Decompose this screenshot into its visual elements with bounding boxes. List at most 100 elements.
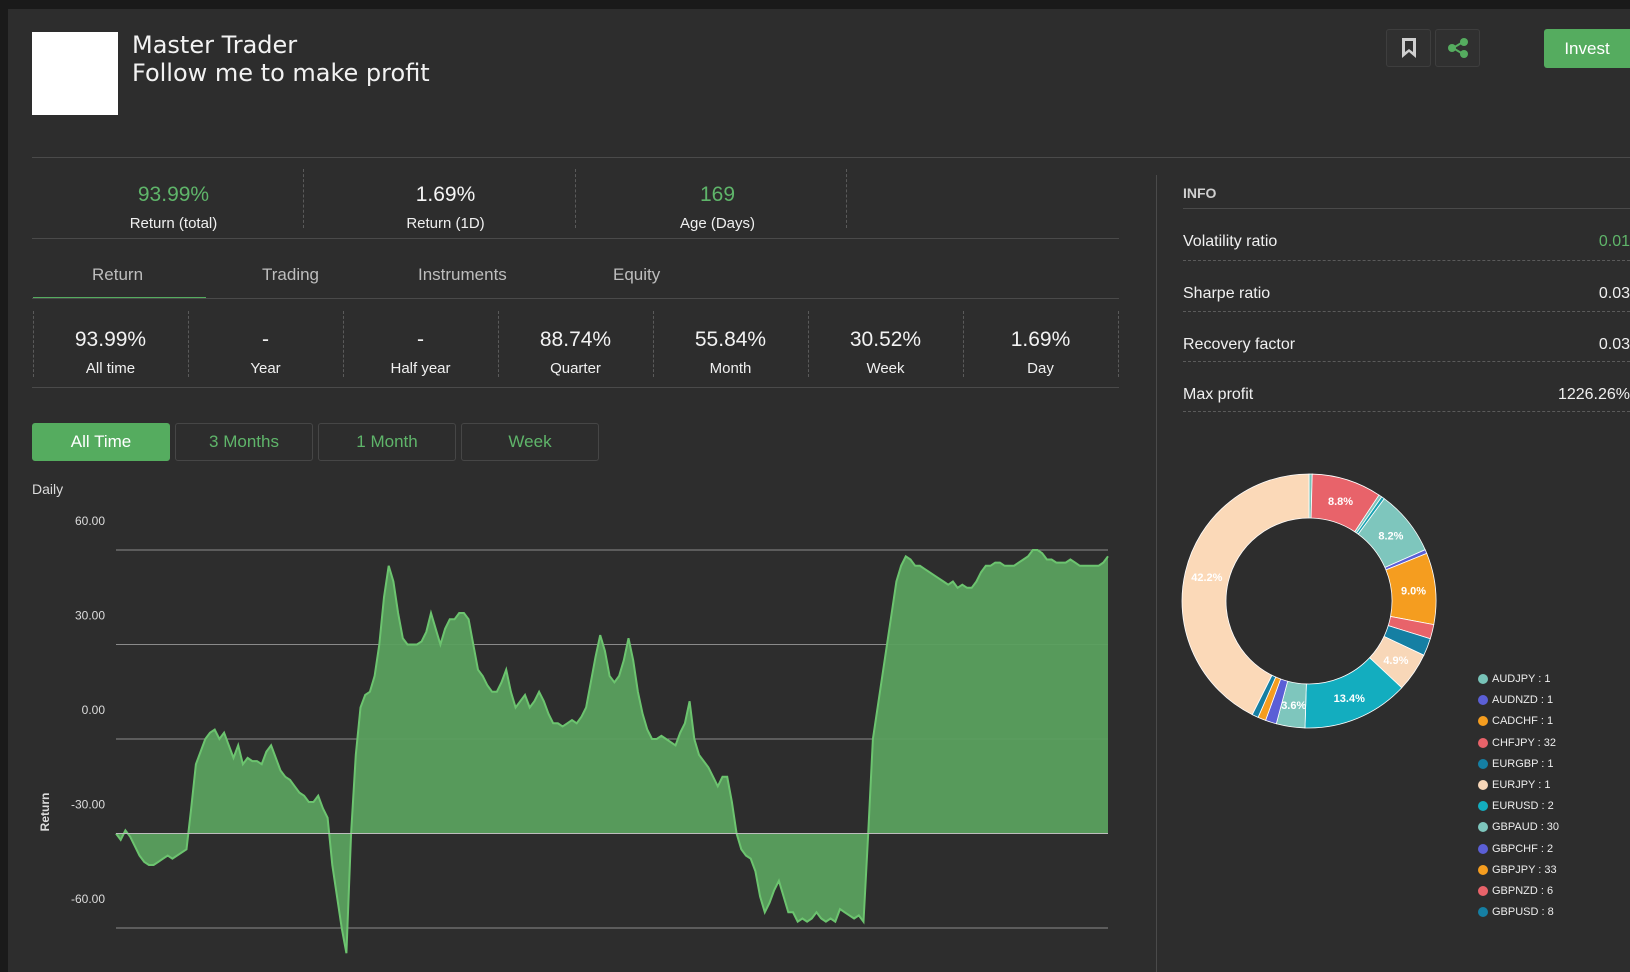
return-area-chart: 60.00 30.00 0.00 -30.00 -60.00 Return xyxy=(38,514,1109,954)
period-quarter: 88.74% Quarter xyxy=(498,327,653,379)
info-heading: INFO xyxy=(1183,185,1217,201)
period-month: 55.84% Month xyxy=(653,327,808,379)
tab-instruments[interactable]: Instruments xyxy=(418,265,507,285)
header-divider xyxy=(32,157,1630,158)
stat-value: 93.99% xyxy=(137,183,210,206)
legend-item[interactable]: EURJPY : 1 xyxy=(1478,779,1551,791)
legend-label: EURGBP : 1 xyxy=(1492,757,1554,770)
tab-return[interactable]: Return xyxy=(92,265,143,285)
y-tick-label: 60.00 xyxy=(75,514,105,528)
info-row-divider xyxy=(1183,260,1630,261)
period-value: 88.74% xyxy=(539,328,612,351)
legend-item[interactable]: AUDJPY : 1 xyxy=(1478,673,1551,685)
legend-label: GBPAUD : 30 xyxy=(1492,821,1560,834)
legend-item[interactable]: GBPNZD : 6 xyxy=(1478,885,1553,897)
legend-marker xyxy=(1478,737,1488,748)
info-row-divider xyxy=(1183,311,1630,312)
donut-slice-label: 13.4% xyxy=(1334,693,1365,705)
period-value: - xyxy=(417,328,424,351)
instruments-donut-chart: 8.8% 8.2% 9.0% 4.9% 13.4% 3.6% 42.2% xyxy=(1181,473,1437,729)
legend-marker xyxy=(1478,907,1488,918)
y-tick-label: 0.00 xyxy=(82,703,106,717)
stat-return-total: 93.99% Return (total) xyxy=(32,183,315,234)
legend-label: CADCHF : 1 xyxy=(1492,715,1554,728)
legend-item[interactable]: EURUSD : 2 xyxy=(1478,800,1554,812)
range-week-button[interactable]: Week xyxy=(461,423,599,461)
legend-marker xyxy=(1478,695,1488,706)
legend-marker xyxy=(1478,801,1488,812)
period-value: 1.69% xyxy=(1010,328,1071,351)
legend-item[interactable]: CADCHF : 1 xyxy=(1478,715,1553,727)
period-label: Quarter xyxy=(550,360,601,377)
range-1-month-button[interactable]: 1 Month xyxy=(318,423,456,461)
invest-button[interactable]: Invest xyxy=(1544,29,1630,68)
stat-divider xyxy=(846,169,847,228)
range-3-months-button[interactable]: 3 Months xyxy=(175,423,313,461)
share-button[interactable] xyxy=(1435,29,1480,67)
period-label: Week xyxy=(866,360,905,377)
legend-marker xyxy=(1478,780,1488,790)
period-label: All time xyxy=(85,360,136,377)
period-label: Year xyxy=(250,360,281,377)
stat-value: 169 xyxy=(699,183,736,206)
info-max-profit-value: 1226.26% xyxy=(1557,386,1630,403)
range-all-time-button[interactable]: All Time xyxy=(32,423,170,461)
period-all-time: 93.99% All time xyxy=(33,327,188,379)
legend-label: GBPCHF : 2 xyxy=(1492,842,1554,855)
period-value: - xyxy=(262,328,269,351)
bookmark-icon xyxy=(1401,38,1416,58)
stat-label: Return (total) xyxy=(129,215,218,232)
period-bottom-divider xyxy=(32,387,1119,388)
period-half-year: - Half year xyxy=(343,327,498,379)
legend-label: CHFJPY : 32 xyxy=(1492,736,1556,749)
tab-trading[interactable]: Trading xyxy=(262,265,319,285)
legend-item[interactable]: GBPAUD : 30 xyxy=(1478,821,1559,833)
period-year: - Year xyxy=(188,327,343,379)
avatar xyxy=(32,32,118,115)
info-row-divider xyxy=(1183,361,1630,362)
info-volatility-value: 0.01 xyxy=(1598,233,1630,250)
y-tick-label: -30.00 xyxy=(71,798,105,812)
tab-equity[interactable]: Equity xyxy=(613,265,660,285)
share-icon xyxy=(1447,38,1468,58)
info-recovery-label: Recovery factor xyxy=(1183,336,1296,353)
donut-slice-label: 3.6% xyxy=(1281,700,1306,712)
donut-slice-label: 8.8% xyxy=(1328,496,1353,508)
bookmark-button[interactable] xyxy=(1386,29,1431,67)
legend-marker xyxy=(1478,886,1488,896)
stat-value: 1.69% xyxy=(415,183,476,206)
y-tick-label: 30.00 xyxy=(75,609,105,623)
period-day: 1.69% Day xyxy=(963,327,1118,379)
stat-age-days: 169 Age (Days) xyxy=(576,183,859,234)
legend-item[interactable]: GBPJPY : 33 xyxy=(1478,864,1557,876)
legend-marker xyxy=(1478,716,1488,727)
info-sharpe-value: 0.03 xyxy=(1598,285,1630,302)
legend-item[interactable]: GBPCHF : 2 xyxy=(1478,843,1553,855)
legend-label: AUDNZD : 1 xyxy=(1492,694,1554,707)
info-row-divider xyxy=(1183,411,1630,412)
donut-slice xyxy=(1181,473,1310,716)
y-axis-label: Return xyxy=(38,793,52,832)
legend-item[interactable]: EURGBP : 1 xyxy=(1478,758,1554,770)
area-fill xyxy=(116,550,1108,954)
period-label: Day xyxy=(1027,360,1054,377)
legend-marker xyxy=(1478,843,1488,854)
legend-item[interactable]: CHFJPY : 32 xyxy=(1478,737,1556,749)
period-value: 30.52% xyxy=(849,328,922,351)
donut-slice-label: 8.2% xyxy=(1378,530,1403,542)
y-tick-label: -60.00 xyxy=(71,892,105,906)
legend-label: GBPJPY : 33 xyxy=(1492,863,1557,876)
info-heading-divider xyxy=(1183,208,1630,209)
donut-slice-label: 9.0% xyxy=(1401,586,1426,598)
period-value: 55.84% xyxy=(694,328,767,351)
legend-marker xyxy=(1478,674,1488,684)
info-sharpe-label: Sharpe ratio xyxy=(1183,285,1271,302)
period-divider xyxy=(1118,311,1119,377)
legend-marker xyxy=(1478,864,1488,875)
info-volatility-label: Volatility ratio xyxy=(1183,233,1278,250)
legend-item[interactable]: GBPUSD : 8 xyxy=(1478,906,1554,918)
chart-title: Daily xyxy=(32,481,64,497)
trader-tagline: Follow me to make profit xyxy=(132,59,430,87)
legend-item[interactable]: AUDNZD : 1 xyxy=(1478,694,1553,706)
legend-marker xyxy=(1478,822,1488,833)
